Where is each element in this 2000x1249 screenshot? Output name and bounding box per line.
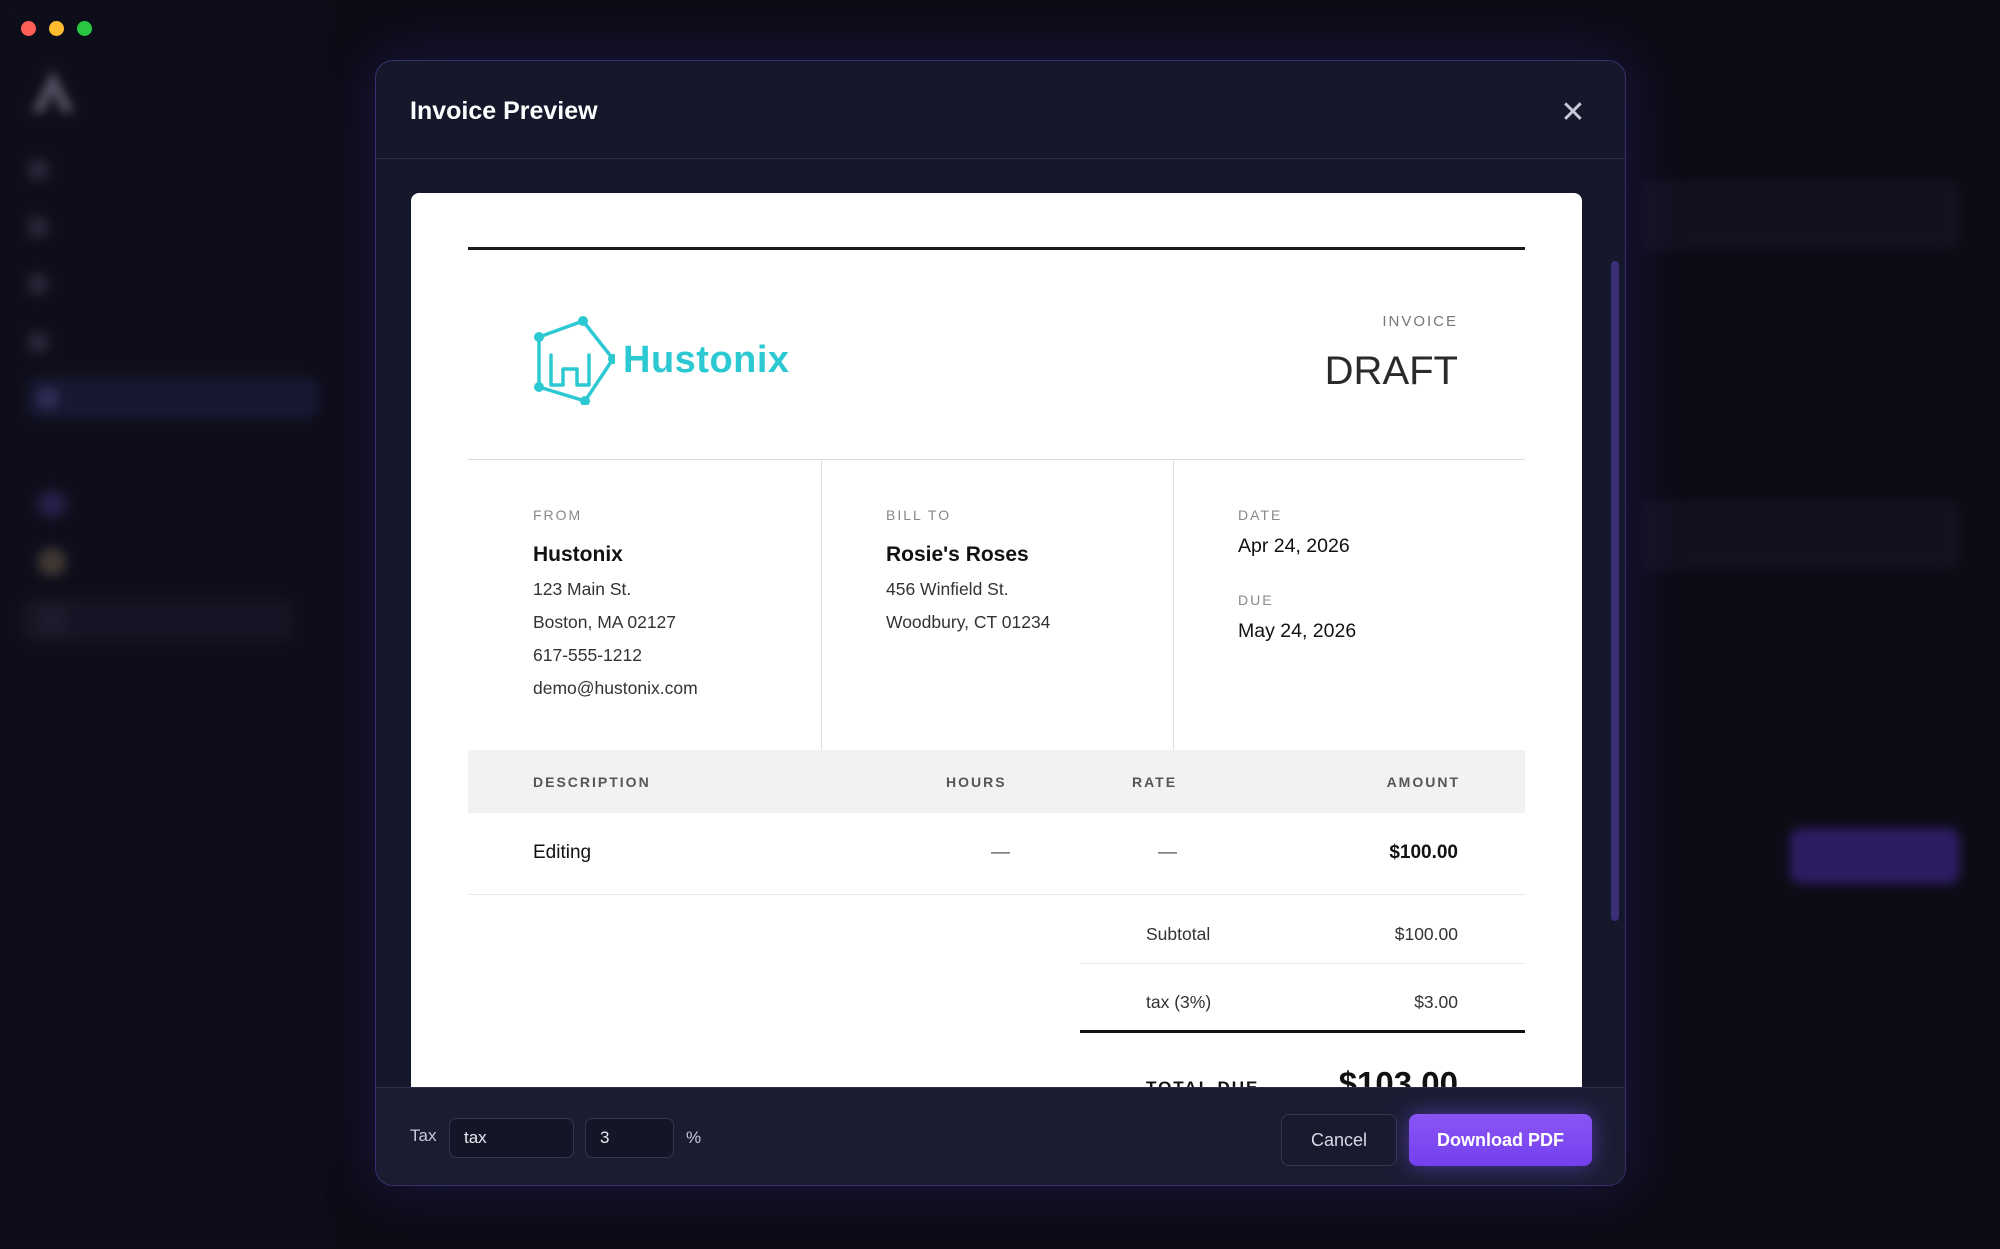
header-rate: RATE xyxy=(1132,774,1178,790)
totals-divider xyxy=(1080,963,1525,964)
tax-line-label: tax (3%) xyxy=(1146,992,1212,1012)
from-heading: FROM xyxy=(533,507,583,523)
line-items-header: DESCRIPTION HOURS RATE AMOUNT xyxy=(468,750,1525,813)
background-button xyxy=(1790,828,1960,884)
invoice-top-rule xyxy=(468,247,1525,250)
column-divider xyxy=(821,460,822,750)
background-user-panel xyxy=(0,1160,330,1249)
total-rule xyxy=(1080,1030,1525,1033)
bill-to-section: BILL TO Rosie's Roses 456 Winfield St. W… xyxy=(886,507,1050,633)
background-client-item xyxy=(38,484,308,524)
tax-label: Tax xyxy=(410,1126,437,1145)
header-hours: HOURS xyxy=(946,774,1007,790)
background-nav-item xyxy=(28,150,308,190)
bill-to-name: Rosie's Roses xyxy=(886,543,1029,566)
bill-to-heading: BILL TO xyxy=(886,507,952,523)
tax-name-input[interactable] xyxy=(449,1118,574,1158)
bill-to-address-line2: Woodbury, CT 01234 xyxy=(886,612,1051,632)
tax-rate-input[interactable] xyxy=(585,1118,674,1158)
invoice-label: INVOICE xyxy=(1382,313,1458,330)
from-phone: 617-555-1212 xyxy=(533,645,642,665)
divider xyxy=(468,459,1525,460)
from-address-line1: 123 Main St. xyxy=(533,579,632,599)
due-heading: DUE xyxy=(1238,592,1274,608)
background-nav-item xyxy=(28,322,308,362)
header-description: DESCRIPTION xyxy=(533,774,651,790)
subtotal-value: $100.00 xyxy=(1394,924,1458,944)
from-section: FROM Hustonix 123 Main St. Boston, MA 02… xyxy=(533,507,698,699)
from-name: Hustonix xyxy=(533,543,623,566)
background-nav-item xyxy=(28,264,308,304)
item-amount: $100.00 xyxy=(1389,842,1458,863)
cancel-button[interactable]: Cancel xyxy=(1281,1114,1397,1166)
column-divider xyxy=(1173,460,1174,750)
header-amount: AMOUNT xyxy=(1386,774,1460,790)
modal-scrollbar[interactable] xyxy=(1611,261,1619,921)
invoice-preview-modal: Invoice Preview ✕ Hustonix INVOICE DRAFT… xyxy=(375,60,1626,1186)
modal-header: Invoice Preview ✕ xyxy=(376,61,1625,159)
close-icon[interactable]: ✕ xyxy=(1559,98,1587,128)
invoice-document: Hustonix INVOICE DRAFT FROM Hustonix 123… xyxy=(411,193,1582,1089)
background-card xyxy=(1640,500,1960,570)
item-rate: — xyxy=(1158,842,1177,863)
window-close-button[interactable] xyxy=(21,21,36,36)
window-minimize-button[interactable] xyxy=(49,21,64,36)
modal-title: Invoice Preview xyxy=(410,97,598,125)
bill-to-address-line1: 456 Winfield St. xyxy=(886,579,1009,599)
background-client-item xyxy=(38,542,308,582)
background-nav-item xyxy=(28,207,308,247)
date-heading: DATE xyxy=(1238,507,1283,523)
window-zoom-button[interactable] xyxy=(77,21,92,36)
tax-line-value: $3.00 xyxy=(1414,992,1458,1012)
hustonix-logo-icon xyxy=(534,316,615,405)
modal-footer: Tax % Cancel Download PDF xyxy=(376,1087,1625,1185)
row-divider xyxy=(468,894,1525,895)
modal-body[interactable]: Hustonix INVOICE DRAFT FROM Hustonix 123… xyxy=(376,159,1625,1089)
invoice-status: DRAFT xyxy=(1324,349,1458,393)
item-description: Editing xyxy=(533,842,592,863)
invoice-date: Apr 24, 2026 xyxy=(1238,535,1350,557)
total-due-value: $103.00 xyxy=(1338,1065,1458,1089)
due-date: May 24, 2026 xyxy=(1238,620,1357,642)
app-logo-icon xyxy=(32,70,74,112)
percent-symbol: % xyxy=(686,1128,702,1147)
item-hours: — xyxy=(991,842,1010,863)
from-address-line2: Boston, MA 02127 xyxy=(533,612,677,632)
background-client-item-active xyxy=(22,600,292,640)
download-pdf-button[interactable]: Download PDF xyxy=(1409,1114,1592,1166)
background-nav-item-active xyxy=(28,378,318,418)
subtotal-label: Subtotal xyxy=(1146,924,1211,944)
brand-logo: Hustonix xyxy=(533,315,790,405)
dates-section: DATE Apr 24, 2026 DUE May 24, 2026 xyxy=(1238,507,1356,643)
from-email: demo@hustonix.com xyxy=(533,678,698,698)
background-card xyxy=(1640,180,1960,250)
brand-name: Hustonix xyxy=(623,338,790,381)
